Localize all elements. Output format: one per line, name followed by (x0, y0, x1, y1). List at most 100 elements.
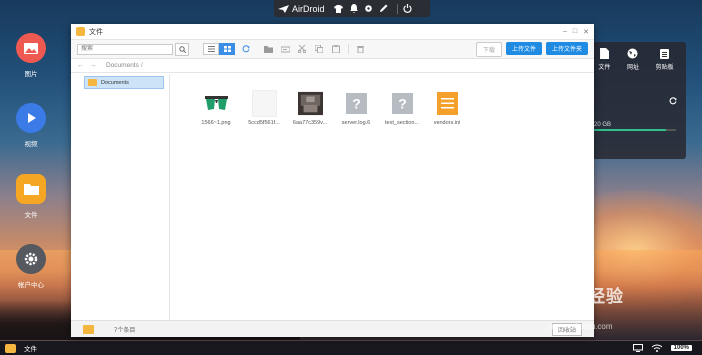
download-button[interactable]: 下载 (475, 41, 502, 57)
close-icon[interactable]: ✕ (583, 28, 589, 36)
brand-name: AirDroid (292, 3, 325, 14)
upload-folder-button[interactable]: 上传文件夹 (545, 41, 588, 55)
file-name: 6aa77c359v... (292, 120, 328, 126)
window-titlebar[interactable]: 文件 – □ ✕ (71, 24, 594, 40)
search-button[interactable] (175, 42, 189, 56)
upload-file-button[interactable]: 上传文件 (505, 41, 542, 55)
monitor-icon[interactable] (632, 344, 643, 352)
file-item[interactable]: 1566~1.png (193, 90, 239, 126)
storage-text: 20 GB (594, 122, 612, 128)
breadcrumb-separator: / (140, 62, 143, 69)
widget-item-clipboard[interactable]: 剪贴板 (656, 48, 674, 71)
image-thumbnail (203, 90, 229, 117)
cut-icon[interactable] (296, 43, 308, 55)
unknown-file-icon: ? (344, 90, 369, 117)
tree-item-documents[interactable]: Documents (84, 76, 164, 89)
paste-icon[interactable] (330, 43, 342, 55)
minimize-icon[interactable]: – (563, 28, 567, 36)
desktop-item-videos[interactable]: 视频 (14, 103, 48, 148)
file-name: 5ccd5f561f... (248, 120, 280, 126)
file-name: server.log.6 (341, 120, 371, 126)
tree-item-label: Documents (101, 79, 129, 86)
pen-icon[interactable] (378, 3, 390, 15)
search-input[interactable] (77, 43, 173, 55)
airdroid-topbar: AirDroid (274, 0, 430, 17)
desktop-item-label: 帐户中心 (18, 282, 44, 289)
breadcrumb-documents[interactable]: Documents (106, 62, 139, 69)
taskbar-item-label: 文件 (24, 346, 37, 353)
refresh-icon[interactable] (240, 43, 252, 55)
storage-bar (592, 129, 676, 131)
desktop-item-label: 图片 (24, 71, 38, 78)
clipboard-icon (660, 49, 670, 59)
copy-icon[interactable] (313, 43, 325, 55)
gear-icon[interactable] (363, 3, 375, 15)
rename-icon[interactable] (279, 43, 291, 55)
window-title: 文件 (89, 28, 103, 36)
gear-icon (16, 244, 46, 274)
folder-icon (83, 324, 94, 334)
grid-icon (223, 46, 231, 52)
widget-item-label: 文件 (598, 65, 611, 71)
baidu-watermark: Baidu 经验 (530, 287, 624, 306)
folder-icon (16, 174, 46, 204)
folder-icon (76, 27, 85, 36)
maximize-icon[interactable]: □ (573, 28, 577, 36)
unknown-file-icon: ? (390, 90, 415, 117)
wifi-icon[interactable] (651, 344, 662, 352)
brand: AirDroid (278, 4, 325, 14)
grid-view-toggle[interactable] (219, 43, 235, 55)
file-manager-window: 文件 – □ ✕ 下载 上传文件 上传文件夹 ← (71, 24, 594, 337)
folder-icon (5, 343, 16, 353)
storage-bar-fill (592, 129, 666, 131)
list-view-toggle[interactable] (203, 43, 219, 55)
file-item[interactable]: ? text_section... (379, 90, 425, 126)
file-icon (599, 48, 609, 59)
file-item[interactable]: vendors.ini (424, 90, 470, 126)
desktop-item-files[interactable]: 文件 (14, 174, 48, 219)
folder-icon (88, 79, 97, 86)
item-count: 7个条目 (114, 327, 136, 334)
toolbar-divider (348, 44, 349, 54)
file-name: text_section... (385, 120, 419, 126)
widget-item-url[interactable]: 网址 (627, 48, 639, 71)
search-icon (178, 45, 186, 53)
battery-indicator: 100% (670, 345, 692, 351)
desktop-item-label: 文件 (24, 212, 38, 219)
taskbar-item-files[interactable]: 文件 (0, 341, 42, 355)
power-icon[interactable] (402, 3, 414, 15)
system-tray: 100% (632, 344, 702, 352)
play-icon (16, 103, 46, 133)
back-arrow-icon[interactable]: ← (77, 62, 84, 69)
window-body: Documents 1566~1.png 5ccd5f561f... 6aa77… (71, 74, 594, 320)
baidu-watermark-url: jingyan.baidu.com (548, 322, 613, 331)
bell-icon[interactable] (348, 3, 360, 15)
topbar-divider (396, 3, 398, 14)
tshirt-icon[interactable] (333, 3, 345, 15)
file-name: vendors.ini (433, 120, 461, 126)
taskbar: 文件 100% (0, 341, 702, 355)
svg-text:?: ? (352, 96, 361, 112)
desktop-item-label: 视频 (24, 141, 38, 148)
refresh-icon[interactable] (669, 97, 677, 107)
delete-icon[interactable] (354, 43, 366, 55)
toolbox-widget: 文件 网址 剪贴板 20 GB (586, 42, 686, 159)
forward-arrow-icon[interactable]: → (90, 62, 97, 69)
image-thumbnail (297, 90, 323, 117)
desktop-item-photos[interactable]: 图片 (14, 33, 48, 78)
path-bar: ← → Documents / (71, 59, 594, 73)
file-item[interactable]: 6aa77c359v... (287, 90, 333, 126)
widget-item-files[interactable]: 文件 (598, 48, 610, 71)
globe-icon (627, 48, 638, 59)
paper-plane-icon (278, 4, 289, 13)
desktop-item-account-center[interactable]: 帐户中心 (14, 244, 48, 289)
widget-item-label: 剪贴板 (655, 65, 674, 71)
new-folder-icon[interactable] (262, 43, 274, 55)
list-icon (207, 46, 215, 52)
image-thumbnail (251, 90, 277, 117)
file-name: 1566~1.png (201, 120, 231, 126)
widget-item-label: 网址 (626, 65, 639, 71)
file-item[interactable]: ? server.log.6 (333, 90, 379, 126)
window-statusbar: 7个条目 回收站 (71, 320, 594, 337)
file-item[interactable]: 5ccd5f561f... (241, 90, 287, 126)
